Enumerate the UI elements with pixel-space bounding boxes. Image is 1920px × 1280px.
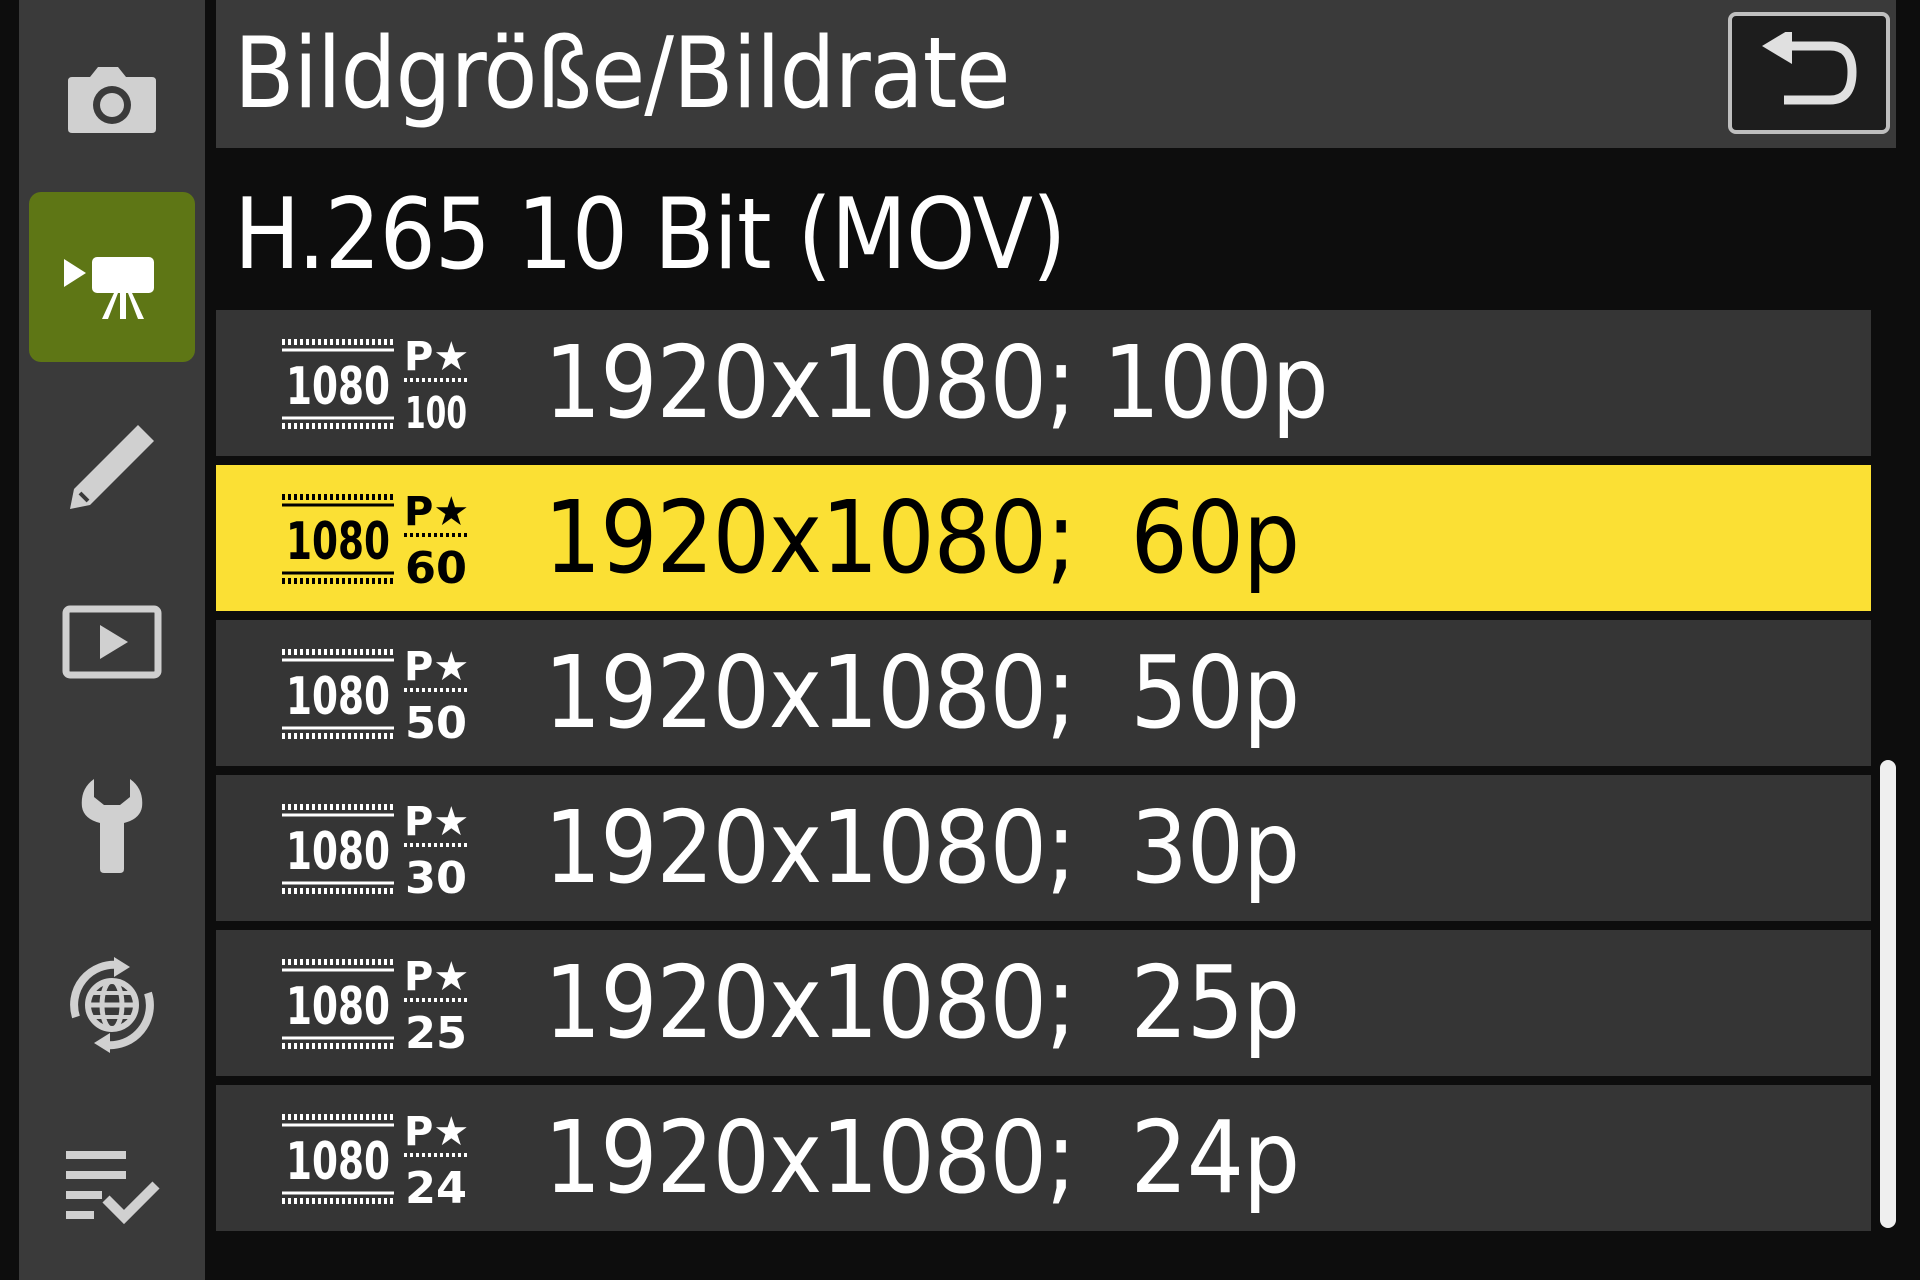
- list-item-60p[interactable]: 1080 P★ 60 1920x1080; 60p: [216, 465, 1871, 611]
- priority-prefix: P★: [404, 489, 469, 535]
- tab-network[interactable]: [29, 920, 195, 1090]
- list-item-label: 1920x1080; 24p: [544, 1099, 1300, 1216]
- frame-rate-text: 25: [405, 1008, 467, 1054]
- movie-camera-icon: [64, 257, 154, 319]
- codec-subtitle: H.265 10 Bit (MOV): [234, 178, 1066, 292]
- tab-playback[interactable]: [29, 556, 195, 726]
- list-item-label: 1920x1080; 60p: [544, 479, 1300, 596]
- tab-setup[interactable]: [29, 738, 195, 908]
- list-item-100p[interactable]: 1080 P★ 100 1920x1080; 100p: [216, 310, 1871, 456]
- frame-size-rate-icon: 1080 P★ 24: [282, 1109, 469, 1209]
- frame-size-rate-icon: 1080 P★ 50: [282, 644, 469, 744]
- tab-retouch[interactable]: [29, 374, 195, 544]
- frame-rate-text: 30: [405, 853, 467, 899]
- frame-rate-text: 100: [405, 388, 467, 434]
- return-arrow-icon: [1762, 32, 1857, 105]
- tab-my-menu[interactable]: [29, 1098, 195, 1268]
- list-item-24p[interactable]: 1080 P★ 24 1920x1080; 24p: [216, 1085, 1871, 1231]
- frame-size-text: 1080: [286, 667, 390, 727]
- scrollbar-thumb[interactable]: [1880, 760, 1896, 1228]
- camera-icon: [68, 67, 156, 133]
- frame-rate-text: 50: [405, 698, 467, 744]
- list-item-25p[interactable]: 1080 P★ 25 1920x1080; 25p: [216, 930, 1871, 1076]
- frame-size-rate-icon: 1080 P★ 60: [282, 489, 469, 589]
- wrench-icon: [81, 779, 143, 873]
- frame-size-rate-icon: 1080 P★ 100: [282, 334, 469, 434]
- frame-size-text: 1080: [286, 977, 390, 1037]
- frame-rate-text: 60: [405, 543, 467, 589]
- playback-icon: [62, 605, 162, 679]
- priority-prefix: P★: [404, 954, 469, 1000]
- sidebar-tab-bar: [19, 0, 205, 1280]
- list-item-label: 1920x1080; 30p: [544, 789, 1300, 906]
- priority-prefix: P★: [404, 1109, 469, 1155]
- list-item-50p[interactable]: 1080 P★ 50 1920x1080; 50p: [216, 620, 1871, 766]
- list-item-30p[interactable]: 1080 P★ 30 1920x1080; 30p: [216, 775, 1871, 921]
- frame-size-text: 1080: [286, 822, 390, 882]
- frame-rate-text: 24: [405, 1163, 467, 1209]
- frame-size-text: 1080: [286, 357, 390, 417]
- frame-size-rate-icon: 1080 P★ 30: [282, 799, 469, 899]
- back-button[interactable]: [1728, 12, 1890, 134]
- page-title: Bildgröße/Bildrate: [234, 17, 1011, 131]
- list-item-label: 1920x1080; 100p: [544, 324, 1329, 441]
- list-item-label: 1920x1080; 50p: [544, 634, 1300, 751]
- title-bar: Bildgröße/Bildrate: [216, 0, 1896, 148]
- frame-size-rate-icon: 1080 P★ 25: [282, 954, 469, 1054]
- priority-prefix: P★: [404, 334, 469, 380]
- priority-prefix: P★: [404, 799, 469, 845]
- pencil-icon: [70, 425, 154, 509]
- my-menu-checklist-icon: [66, 1151, 160, 1225]
- tab-photo-shooting[interactable]: [29, 14, 195, 184]
- network-globe-icon: [70, 957, 154, 1053]
- list-item-label: 1920x1080; 25p: [544, 944, 1300, 1061]
- frame-size-text: 1080: [286, 512, 390, 572]
- frame-size-text: 1080: [286, 1132, 390, 1192]
- tab-movie-recording[interactable]: [29, 192, 195, 362]
- priority-prefix: P★: [404, 644, 469, 690]
